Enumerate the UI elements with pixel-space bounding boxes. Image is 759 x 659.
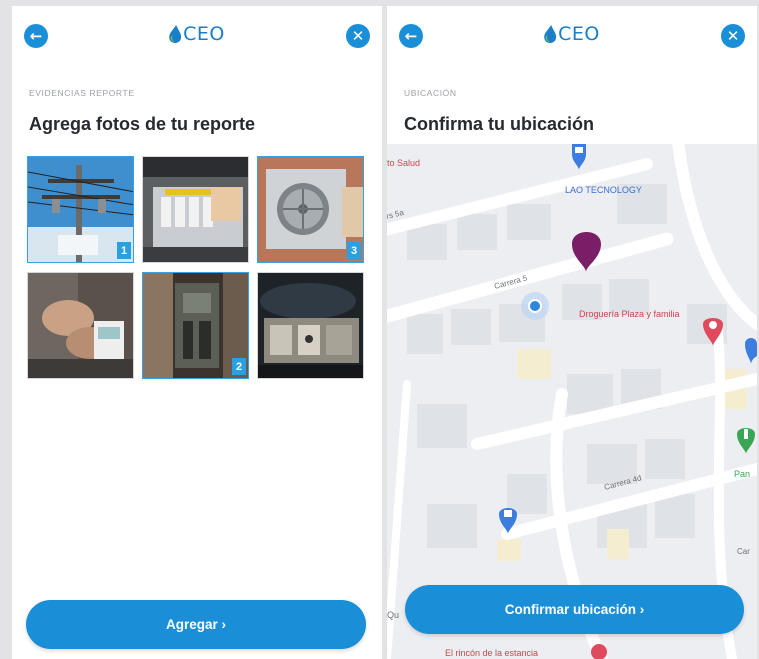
- location-map[interactable]: to Salud LAO TECNOLOGY rs 5a Carrera 5 D…: [387, 144, 757, 659]
- photo-number-badge: 3: [347, 242, 361, 259]
- electrical-panel-image: [143, 157, 248, 262]
- logo-text: CEO: [183, 23, 225, 45]
- photo-evidence-screen: ← CEO ✕ EVIDENCIAS REPORTE Agrega fotos …: [12, 6, 382, 659]
- location-screen: ← CEO ✕ UBICACIÓN Confirma tu ubicación: [387, 6, 757, 659]
- current-location-dot: [521, 292, 549, 320]
- map-label-salud: to Salud: [387, 158, 420, 168]
- confirm-location-button[interactable]: Confirmar ubicación ›: [405, 585, 744, 634]
- ceo-logo: CEO: [169, 23, 225, 45]
- drop-logo-icon: [544, 25, 557, 43]
- section-tag: UBICACIÓN: [404, 88, 457, 98]
- photo-thumbnail[interactable]: 3: [257, 156, 364, 263]
- electrical-equipment-image: [258, 273, 363, 378]
- ceo-logo: CEO: [544, 23, 600, 45]
- back-arrow-icon[interactable]: ←: [24, 24, 48, 48]
- map-label-drogueria: Droguería Plaza y familia: [579, 309, 680, 319]
- map-label-car: Car: [737, 547, 750, 556]
- photo-thumbnail[interactable]: [27, 272, 134, 379]
- map-label-qu: Qu: [387, 610, 399, 620]
- photo-grid: 1 3 2: [27, 156, 367, 379]
- section-tag: EVIDENCIAS REPORTE: [29, 88, 135, 98]
- logo-text: CEO: [558, 23, 600, 45]
- header: ← CEO ✕: [387, 6, 757, 66]
- photo-thumbnail[interactable]: 1: [27, 156, 134, 263]
- map-label-rincon: El rincón de la estancia: [445, 648, 538, 658]
- page-title: Confirma tu ubicación: [404, 114, 595, 134]
- map-label-pan: Pan: [734, 469, 750, 479]
- close-icon[interactable]: ✕: [721, 24, 745, 48]
- back-arrow-icon[interactable]: ←: [399, 24, 423, 48]
- header: ← CEO ✕: [12, 6, 382, 66]
- map-canvas: to Salud LAO TECNOLOGY rs 5a Carrera 5 D…: [387, 144, 757, 659]
- photo-number-badge: 2: [232, 358, 246, 375]
- photo-thumbnail[interactable]: [142, 156, 249, 263]
- photo-number-badge: 1: [117, 242, 131, 259]
- drop-logo-icon: [169, 25, 182, 43]
- add-button[interactable]: Agregar ›: [26, 600, 366, 649]
- page-title: Agrega fotos de tu reporte: [29, 114, 256, 134]
- hands-meter-image: [28, 273, 133, 378]
- close-icon[interactable]: ✕: [346, 24, 370, 48]
- map-label-lao: LAO TECNOLOGY: [565, 185, 642, 195]
- photo-thumbnail[interactable]: 2: [142, 272, 249, 379]
- photo-thumbnail[interactable]: [257, 272, 364, 379]
